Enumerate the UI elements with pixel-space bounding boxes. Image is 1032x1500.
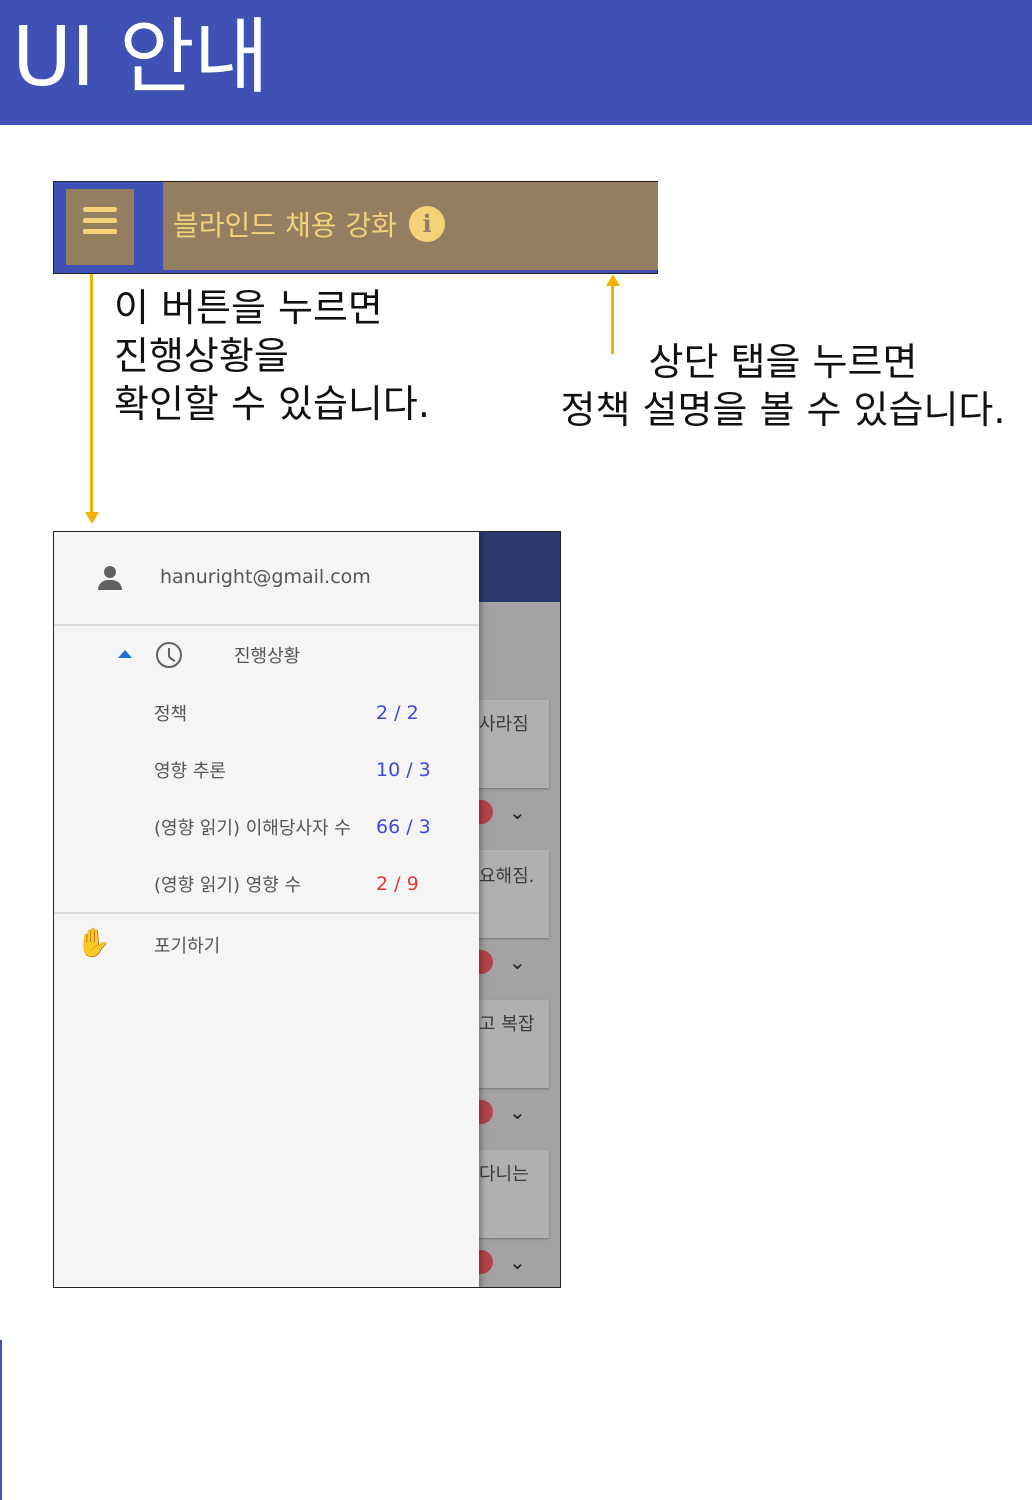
clock-icon	[156, 642, 182, 668]
title-banner: UI 안내	[0, 0, 1032, 125]
info-icon[interactable]: i	[409, 206, 445, 242]
page-title: UI 안내	[12, 10, 269, 105]
chevron-down-icon: ⌄	[509, 1250, 526, 1274]
chevron-down-icon: ⌄	[509, 800, 526, 824]
progress-section-title: 진행상황	[234, 646, 301, 667]
background-card-text: 다니는	[479, 1164, 529, 1185]
drawer-screenshot: 사라짐 요해짐. 고 복잡 다니는 ⌄ ⌄ ⌄ ⌄ hanuright@gmai…	[53, 531, 561, 1288]
divider	[54, 912, 479, 914]
menu-annotation-line	[90, 274, 93, 514]
chevron-down-icon: ⌄	[509, 950, 526, 974]
progress-item: 정책 2 / 2	[54, 692, 479, 732]
progress-item-label: (영향 읽기) 이해당사자 수	[154, 818, 351, 839]
policy-tab-label: 블라인드 채용 강화	[173, 209, 397, 242]
progress-item-label: 정책	[154, 704, 188, 725]
background-card-text: 사라짐	[479, 714, 529, 735]
progress-item: 영향 추론 10 / 3	[54, 749, 479, 789]
caret-up-icon	[118, 650, 132, 658]
background-card-text: 고 복잡	[479, 1014, 535, 1035]
person-icon	[98, 566, 122, 590]
chevron-down-icon: ⌄	[509, 1100, 526, 1124]
account-email: hanuright@gmail.com	[160, 566, 371, 588]
progress-item-value: 66 / 3	[376, 816, 431, 838]
progress-item-value: 10 / 3	[376, 759, 431, 781]
progress-item-value: 2 / 2	[376, 702, 419, 724]
progress-item: (영향 읽기) 영향 수 2 / 9	[54, 863, 479, 903]
policy-tab-note: 상단 탭을 누르면 정책 설명을 볼 수 있습니다.	[560, 340, 1006, 432]
progress-item-label: (영향 읽기) 영향 수	[154, 875, 302, 896]
divider	[54, 624, 479, 626]
menu-button[interactable]	[66, 189, 134, 265]
menu-button-note: 이 버튼을 누르면 진행상황을 확인할 수 있습니다.	[114, 286, 430, 426]
progress-item-label: 영향 추론	[154, 761, 226, 782]
progress-section-toggle[interactable]: 진행상황	[54, 632, 479, 678]
give-up-button[interactable]: ✋ 포기하기	[54, 924, 479, 970]
background-card-text: 요해짐.	[479, 866, 535, 887]
hand-stop-icon: ✋	[76, 926, 111, 959]
guide-page: UI 안내 블라인드 채용 강화 i 이 버튼을 누르면 진행상황을 확인할 수…	[0, 0, 1032, 1500]
decorative-edge-line	[0, 1340, 2, 1500]
menu-annotation-arrow	[85, 512, 99, 524]
account-row: hanuright@gmail.com	[54, 532, 479, 624]
navigation-drawer: hanuright@gmail.com 진행상황 정책 2 / 2 영향 추론 …	[54, 532, 479, 1287]
give-up-label: 포기하기	[154, 936, 221, 957]
hamburger-menu-icon	[83, 207, 117, 234]
app-bar: 블라인드 채용 강화 i	[53, 181, 658, 274]
progress-item-value: 2 / 9	[376, 873, 419, 895]
progress-item: (영향 읽기) 이해당사자 수 66 / 3	[54, 806, 479, 846]
policy-tab[interactable]: 블라인드 채용 강화 i	[163, 182, 658, 270]
